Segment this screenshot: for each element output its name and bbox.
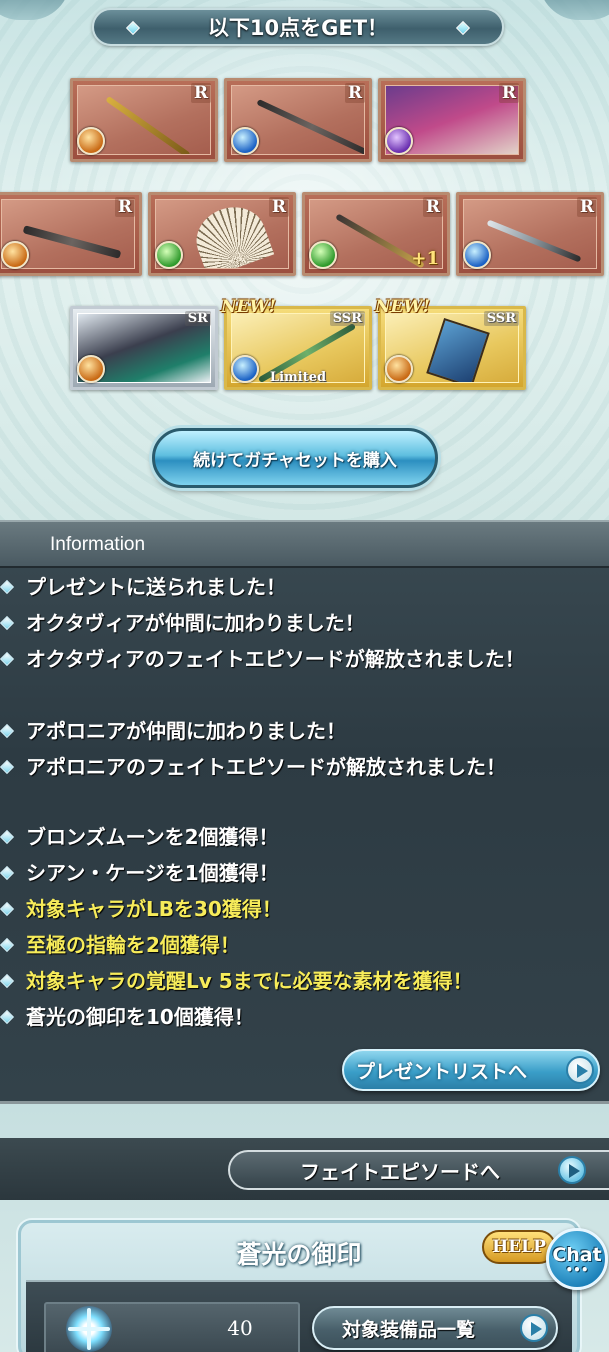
play-arrow-icon xyxy=(566,1056,594,1084)
new-badge: NEW! xyxy=(221,297,277,317)
info-line: アポロニアが仲間に加わりました！ xyxy=(26,713,586,749)
information-header: Information xyxy=(0,522,609,568)
info-line-text: 対象キャラがLBを30獲得！ xyxy=(26,897,282,921)
info-line: オクタヴィアが仲間に加わりました！ xyxy=(26,605,586,641)
corner-ornament-left xyxy=(0,0,70,20)
gacha-item-book[interactable]: SSR NEW! xyxy=(375,297,526,390)
gacha-result-area: 以下10点をGET！ R R R R R R +1 R SR SSR NEW! … xyxy=(0,0,609,520)
rarity-badge: SSR xyxy=(483,311,519,326)
wind-element-icon xyxy=(155,241,183,269)
water-element-icon xyxy=(463,241,491,269)
seal-count: 40 xyxy=(227,1316,253,1340)
wind-element-icon xyxy=(309,241,337,269)
continue-gacha-button[interactable]: 続けてガチャセットを購入 xyxy=(152,428,438,488)
present-list-label: プレゼントリストへ xyxy=(356,1060,528,1083)
diamond-icon xyxy=(125,20,141,36)
info-line: プレゼントに送られました！ xyxy=(26,569,586,605)
target-equipment-label: 対象装備品一覧 xyxy=(342,1318,476,1341)
gacha-item-gun[interactable]: R xyxy=(0,192,142,276)
target-equipment-button[interactable]: 対象装備品一覧 xyxy=(312,1306,558,1350)
chat-dots-icon: ••• xyxy=(565,1263,589,1277)
rarity-badge: SSR xyxy=(329,311,365,326)
katana-art xyxy=(486,219,582,263)
info-line-highlight: 対象キャラがLBを30獲得！ xyxy=(26,891,586,927)
present-list-button[interactable]: プレゼントリストへ xyxy=(342,1049,600,1091)
gacha-item-staff[interactable]: R xyxy=(70,78,218,162)
info-line-text: オクタヴィアのフェイトエピソードが解放されました！ xyxy=(26,647,525,671)
limited-label: Limited xyxy=(269,370,327,385)
water-element-icon xyxy=(231,127,259,155)
get-banner: 以下10点をGET！ xyxy=(92,8,504,46)
book-art xyxy=(426,318,490,382)
rarity-badge: SR xyxy=(184,311,211,326)
gacha-item-spear[interactable]: R xyxy=(224,78,372,162)
fire-element-icon xyxy=(1,241,29,269)
fate-episode-label: フェイトエピソードへ xyxy=(300,1159,500,1184)
dark-element-icon xyxy=(385,127,413,155)
info-line-text: アポロニアが仲間に加わりました！ xyxy=(26,719,346,743)
info-line: ブロンズムーンを2個獲得！ xyxy=(26,819,586,855)
seal-crest-icon xyxy=(66,1306,112,1352)
rarity-badge: R xyxy=(344,83,365,103)
info-line-text: プレゼントに送られました！ xyxy=(26,575,286,599)
new-badge: NEW! xyxy=(375,297,431,317)
rarity-badge: R xyxy=(498,83,519,103)
rarity-badge: R xyxy=(190,83,211,103)
help-button[interactable]: HELP xyxy=(482,1230,556,1264)
rarity-badge: R xyxy=(268,197,289,217)
spear-art xyxy=(256,98,364,154)
info-line-highlight: 至極の指輪を2個獲得！ xyxy=(26,927,586,963)
gacha-item-fan[interactable]: R xyxy=(148,192,296,276)
info-line-text: ブロンズムーンを2個獲得！ xyxy=(26,825,279,849)
gacha-item-character[interactable]: SR xyxy=(70,306,218,390)
gacha-item-sword[interactable]: SSR NEW! Limited xyxy=(221,297,372,390)
fire-element-icon xyxy=(77,355,105,383)
info-line-text: 対象キャラの覚醒Lv 5までに必要な素材を獲得！ xyxy=(26,969,473,993)
info-line-text: 蒼光の御印を10個獲得！ xyxy=(26,1005,254,1029)
info-line-text: 至極の指輪を2個獲得！ xyxy=(26,933,240,957)
fire-element-icon xyxy=(77,127,105,155)
info-line-highlight: 対象キャラの覚醒Lv 5までに必要な素材を獲得！ xyxy=(26,963,586,999)
gacha-item-summon[interactable]: R xyxy=(378,78,526,162)
info-line: オクタヴィアのフェイトエピソードが解放されました！ xyxy=(26,641,582,677)
play-arrow-icon xyxy=(520,1314,548,1342)
information-title: Information xyxy=(50,534,146,555)
corner-ornament-right xyxy=(539,0,609,20)
info-line: アポロニアのフェイトエピソードが解放されました！ xyxy=(26,749,582,785)
rarity-badge: R xyxy=(422,197,443,217)
info-line: シアン・ケージを1個獲得！ xyxy=(26,855,586,891)
info-line-text: オクタヴィアが仲間に加わりました！ xyxy=(26,611,365,635)
fire-element-icon xyxy=(385,355,413,383)
staff-art xyxy=(105,95,191,154)
gacha-item-katana[interactable]: R xyxy=(456,192,604,276)
diamond-icon xyxy=(455,20,471,36)
info-line-text: シアン・ケージを1個獲得！ xyxy=(26,861,279,885)
fate-episode-button[interactable]: フェイトエピソードへ xyxy=(228,1150,609,1190)
info-line-text: アポロニアのフェイトエピソードが解放されました！ xyxy=(26,755,506,779)
info-line: 蒼光の御印を10個獲得！ xyxy=(26,999,586,1035)
play-arrow-icon xyxy=(558,1156,586,1184)
gun-art xyxy=(22,225,122,259)
plus-badge: +1 xyxy=(411,248,439,269)
gacha-item-axe[interactable]: R +1 xyxy=(302,192,450,276)
rarity-badge: R xyxy=(576,197,597,217)
fan-art xyxy=(187,200,275,268)
chat-button[interactable]: Chat ••• xyxy=(546,1228,608,1290)
rarity-badge: R xyxy=(114,197,135,217)
get-banner-text: 以下10点をGET！ xyxy=(207,16,389,40)
